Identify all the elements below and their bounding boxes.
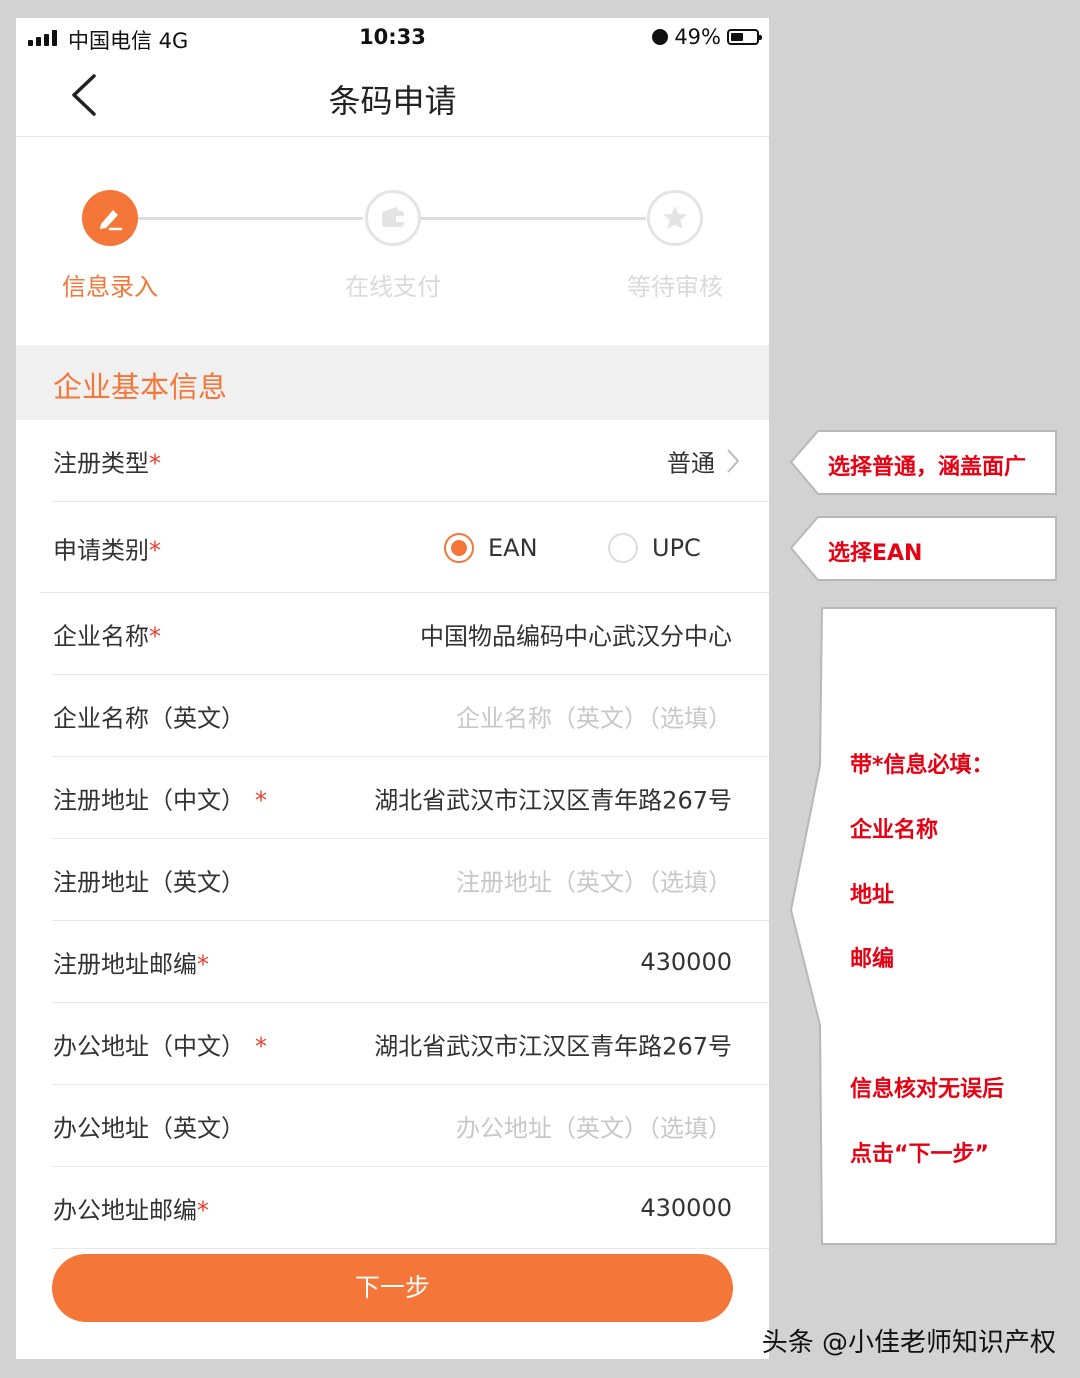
radio-ean[interactable]: EAN (444, 532, 538, 563)
office-addr-cn-row[interactable]: 办公地址（中文） * 湖北省武汉市江汉区青年路267号 (16, 1003, 769, 1085)
progress-steps: 信息录入 在线支付 等待审核 (16, 137, 769, 345)
callout-apply-type-text: 选择EAN (828, 541, 923, 566)
phone-screen: 中国电信 4G 10:33 49% 条码申请 信息录入 在线支付 等待审核 企业… (16, 18, 769, 1359)
reg-zip-row[interactable]: 注册地址邮编* 430000 (16, 921, 769, 1003)
note-line-1: 带*信息必填： (850, 753, 994, 778)
required-mark: * (197, 950, 209, 979)
battery-icon (727, 29, 762, 45)
page-title: 条码申请 (328, 82, 457, 120)
reg-addr-en-row[interactable]: 注册地址（英文） 注册地址（英文）（选填） (16, 839, 769, 921)
reg-type-row[interactable]: 注册类型* 普通 (16, 420, 769, 502)
note-line-5: 信息核对无误后 (850, 1077, 1005, 1102)
apply-type-label: 申请类别 (53, 536, 149, 564)
step-3-circle (647, 190, 703, 246)
office-addr-cn-field[interactable]: 湖北省武汉市江汉区青年路267号 (374, 1027, 732, 1062)
note-line-2: 企业名称 (850, 818, 939, 843)
callout-apply-type: 选择EAN (788, 514, 1060, 584)
office-addr-en-row[interactable]: 办公地址（英文） 办公地址（英文）（选填） (16, 1085, 769, 1167)
radio-upc[interactable]: UPC (608, 532, 701, 563)
office-addr-en-field[interactable]: 办公地址（英文）（选填） (456, 1109, 732, 1144)
section-header: 企业基本信息 (16, 345, 769, 420)
callout-reg-type-text: 选择普通，涵盖面广 (828, 455, 1027, 480)
required-mark: * (149, 449, 161, 478)
required-mark: * (149, 622, 161, 651)
radio-checked-icon[interactable] (444, 532, 474, 563)
wallet-icon (382, 207, 404, 227)
note-line-6: 点击“下一步” (850, 1142, 989, 1167)
edit-pen-icon (100, 210, 123, 231)
step-connector (138, 217, 363, 220)
battery-percent: 49% (674, 25, 721, 49)
reg-type-value[interactable]: 普通 (667, 444, 715, 479)
step-1-circle (82, 190, 138, 246)
step-3-label: 等待审核 (627, 273, 723, 301)
reg-addr-cn-field[interactable]: 湖北省武汉市江汉区青年路267号 (374, 781, 732, 816)
status-bar: 中国电信 4G 10:33 49% (16, 18, 769, 58)
step-connector (421, 217, 646, 220)
office-zip-row[interactable]: 办公地址邮编* 430000 (16, 1167, 769, 1249)
office-addr-en-label: 办公地址（英文） (53, 1114, 245, 1143)
section-title: 企业基本信息 (53, 370, 228, 404)
reg-zip-field[interactable]: 430000 (640, 948, 732, 976)
company-name-en-field[interactable]: 企业名称（英文）（选填） (456, 699, 732, 734)
radio-ean-label: EAN (488, 533, 538, 562)
required-mark: * (197, 1196, 209, 1225)
required-mark: * (149, 536, 161, 564)
star-icon (663, 206, 687, 229)
step-2-label: 在线支付 (345, 273, 441, 301)
next-step-button[interactable]: 下一步 (52, 1254, 733, 1322)
company-name-en-label: 企业名称（英文） (53, 704, 245, 733)
office-zip-field[interactable]: 430000 (640, 1194, 732, 1222)
company-name-row[interactable]: 企业名称* 中国物品编码中心武汉分中心 (16, 593, 769, 675)
reg-addr-cn-label: 注册地址（中文） (53, 786, 245, 815)
callout-reg-type: 选择普通，涵盖面广 (788, 428, 1060, 498)
office-addr-cn-label: 办公地址（中文） (53, 1032, 245, 1061)
reg-zip-label: 注册地址邮编 (53, 950, 197, 979)
note-line-3: 地址 (850, 883, 895, 908)
nav-bar: 条码申请 (16, 58, 769, 137)
apply-type-row: 申请类别* EAN UPC (16, 502, 769, 593)
note-line-4: 邮编 (850, 947, 895, 972)
alarm-icon (652, 29, 669, 45)
company-name-en-row[interactable]: 企业名称（英文） 企业名称（英文）（选填） (16, 675, 769, 757)
watermark: 头条 @小佳老师知识产权 (761, 1328, 1056, 1358)
chevron-right-icon[interactable] (725, 447, 741, 475)
reg-type-label: 注册类型 (53, 449, 149, 478)
office-zip-label: 办公地址邮编 (53, 1196, 197, 1225)
reg-addr-cn-row[interactable]: 注册地址（中文） * 湖北省武汉市江汉区青年路267号 (16, 757, 769, 839)
step-1-label: 信息录入 (62, 273, 158, 301)
required-mark: * (255, 1032, 267, 1061)
required-mark: * (255, 786, 267, 815)
step-2-circle (365, 190, 421, 246)
reg-addr-en-field[interactable]: 注册地址（英文）（选填） (456, 863, 732, 898)
company-name-label: 企业名称 (53, 622, 149, 651)
company-name-field[interactable]: 中国物品编码中心武汉分中心 (420, 617, 732, 652)
radio-upc-label: UPC (652, 533, 701, 562)
radio-unchecked-icon[interactable] (608, 532, 638, 563)
reg-addr-en-label: 注册地址（英文） (53, 868, 245, 897)
